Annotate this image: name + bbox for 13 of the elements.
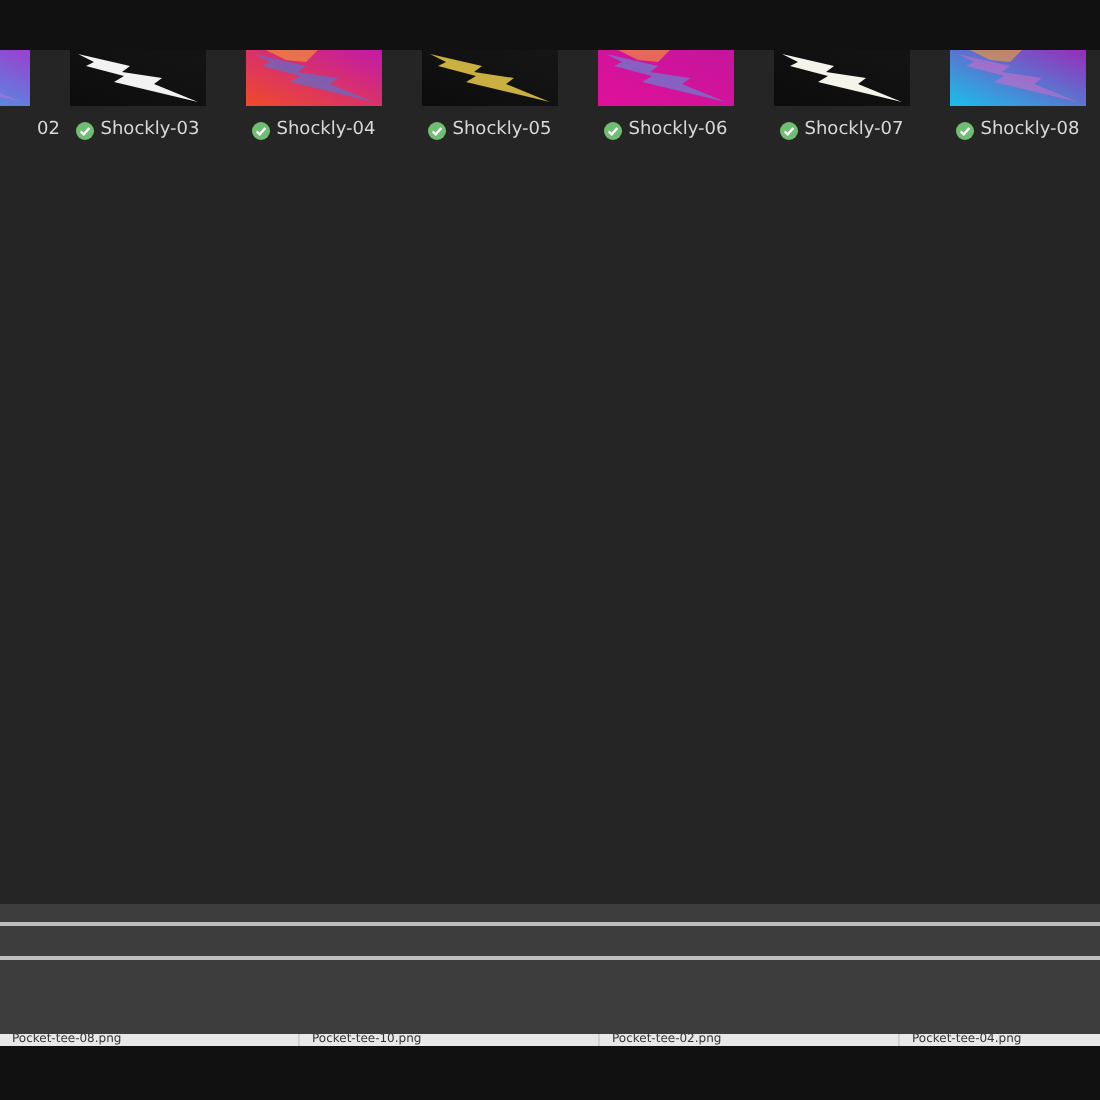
check-icon bbox=[604, 121, 623, 139]
thumbnail-label: Shockly-06 bbox=[628, 120, 728, 140]
thumbnail-label: Shockly-05 bbox=[452, 120, 552, 140]
check-icon bbox=[76, 121, 95, 139]
check-icon bbox=[780, 121, 799, 139]
thumbnail-label: Shockly-03 bbox=[100, 120, 200, 140]
thumbnail-label: Shockly-08 bbox=[980, 120, 1080, 140]
check-icon bbox=[428, 121, 447, 139]
thumbnail-label: 02 bbox=[37, 120, 60, 140]
check-icon bbox=[252, 121, 271, 139]
thumbnail-label: Shockly-04 bbox=[276, 120, 376, 140]
thumbnail-label: Shockly-07 bbox=[804, 120, 904, 140]
check-icon bbox=[956, 121, 975, 139]
